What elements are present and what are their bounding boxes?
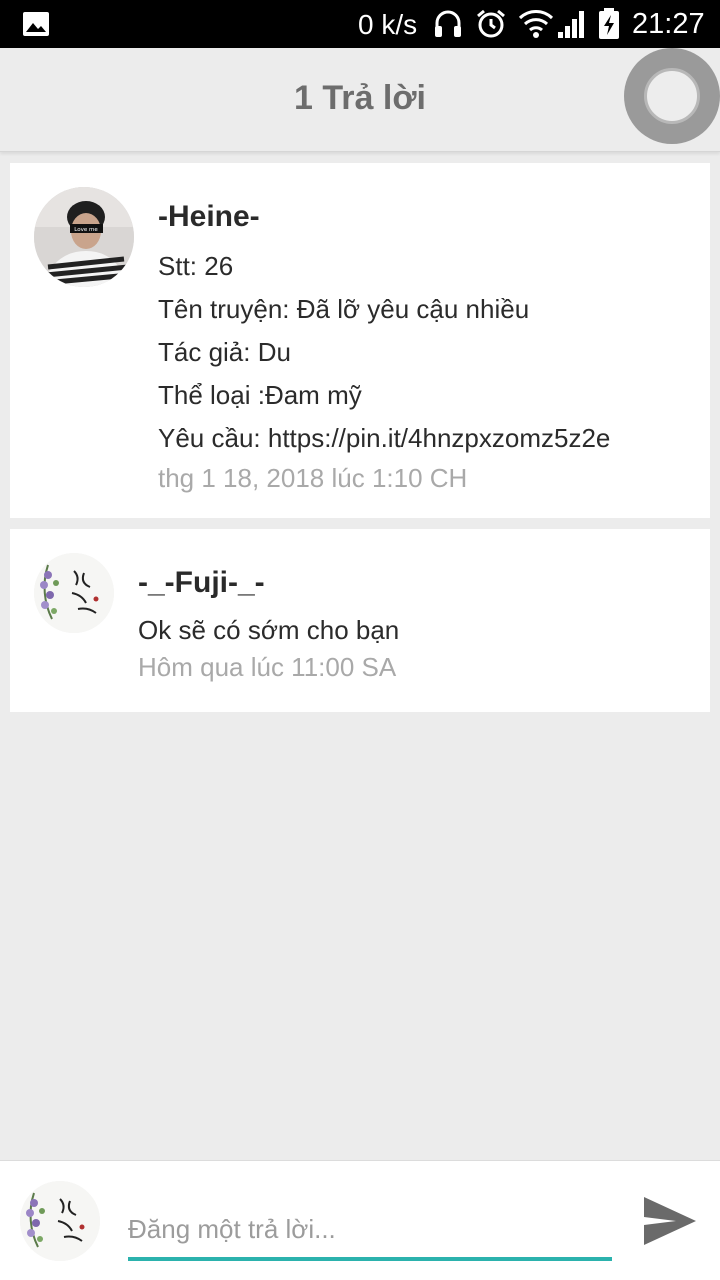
post-line: Tên truyện: Đã lỡ yêu cậu nhiều xyxy=(158,294,530,324)
signal-icon xyxy=(558,11,584,38)
post-timestamp: thg 1 18, 2018 lúc 1:10 CH xyxy=(158,463,468,493)
avatar[interactable]: Love me xyxy=(34,187,134,287)
alarm-icon xyxy=(477,9,505,38)
battery-charging-icon xyxy=(599,8,619,39)
reply-input[interactable] xyxy=(128,1199,612,1259)
compose-bar xyxy=(0,1160,720,1280)
reply-timestamp: Hôm qua lúc 11:00 SA xyxy=(138,652,397,682)
reply-body: -_-Fuji-_- Ok sẽ có sớm cho bạn Hôm qua … xyxy=(138,563,698,685)
avatar-photo-text: Love me xyxy=(74,227,98,233)
floating-button-inner xyxy=(644,68,700,124)
avatar-logo xyxy=(34,553,114,633)
page-title: 1 Trả lời xyxy=(294,79,426,117)
current-user-avatar xyxy=(20,1181,100,1261)
clock: 21:27 xyxy=(632,8,705,40)
avatar-photo: Love me xyxy=(34,187,134,287)
image-icon xyxy=(23,12,49,36)
post-body: -Heine- Stt: 26 Tên truyện: Đã lỡ yêu cậ… xyxy=(158,197,698,496)
reply-input-underline xyxy=(128,1257,612,1261)
app-bar: 1 Trả lời xyxy=(0,48,720,152)
avatar[interactable] xyxy=(34,553,114,633)
network-speed: 0 k/s xyxy=(358,9,418,40)
headphones-icon xyxy=(435,10,461,37)
post-card: Love me -Heine- Stt: 26 Tên truyện: Đã l… xyxy=(10,163,710,518)
status-bar: 0 k/s 21:27 xyxy=(0,0,720,48)
post-line: Thể loại :Đam mỹ xyxy=(158,380,362,410)
avatar-logo xyxy=(20,1181,100,1261)
wifi-icon xyxy=(518,10,554,38)
reply-card: -_-Fuji-_- Ok sẽ có sớm cho bạn Hôm qua … xyxy=(10,529,710,712)
send-icon[interactable] xyxy=(640,1193,700,1249)
post-line: Stt: 26 xyxy=(158,251,234,281)
author-name[interactable]: -_-Fuji-_- xyxy=(138,563,698,603)
author-name[interactable]: -Heine- xyxy=(158,197,698,237)
reply-line: Ok sẽ có sớm cho bạn xyxy=(138,615,400,645)
floating-assistive-button[interactable] xyxy=(624,48,720,144)
post-line-link[interactable]: Yêu cầu: https://pin.it/4hnzpxzomz5z2e xyxy=(158,417,698,460)
post-line: Tác giả: Du xyxy=(158,337,291,367)
